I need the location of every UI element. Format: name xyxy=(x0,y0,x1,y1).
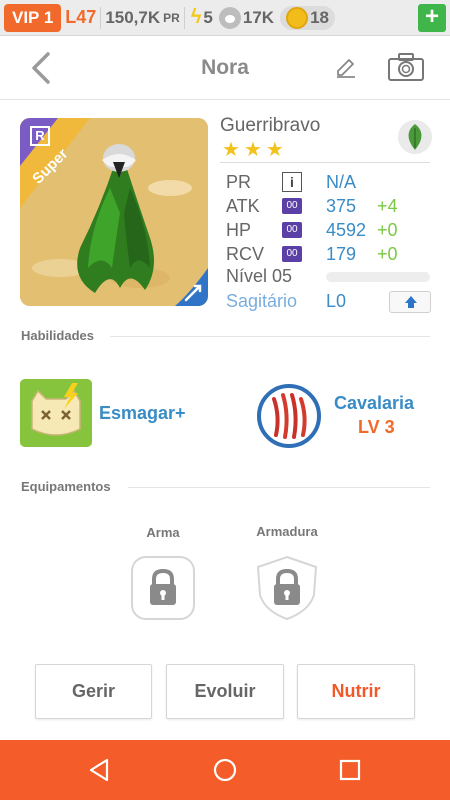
potential-icon[interactable]: 00 xyxy=(282,246,302,262)
coin-counter: 18 xyxy=(280,5,335,30)
weapon-slot-lock-icon[interactable] xyxy=(130,555,196,621)
pet-image xyxy=(20,118,208,306)
paw-icon xyxy=(218,6,241,29)
page-title: Nora xyxy=(201,56,249,79)
home-circle-icon[interactable] xyxy=(212,757,238,783)
stat-label: HP xyxy=(226,219,252,240)
stat-value: 4592 xyxy=(326,219,367,240)
recents-square-icon[interactable] xyxy=(337,757,363,783)
divider xyxy=(100,6,102,29)
stat-label: ATK xyxy=(226,195,260,216)
star-icon: ★ xyxy=(243,139,262,161)
potential-icon[interactable]: 00 xyxy=(282,198,302,214)
level-progress-bar xyxy=(326,272,430,282)
stat-bonus: +0 xyxy=(377,219,398,240)
divider xyxy=(183,6,185,29)
pencil-icon[interactable] xyxy=(334,56,358,80)
stat-value: 179 xyxy=(326,243,357,264)
stat-label: PR xyxy=(226,171,252,192)
stat-label: RCV xyxy=(226,243,265,264)
energy-count: 5 xyxy=(203,7,213,27)
back-triangle-icon[interactable] xyxy=(87,757,113,783)
stat-value: N/A xyxy=(326,171,357,192)
camera-icon[interactable] xyxy=(387,52,425,82)
star-icon: ★ xyxy=(222,139,240,161)
stat-bonus: +4 xyxy=(377,195,398,216)
system-navigation-bar xyxy=(0,740,450,800)
pet-level: Nível 05 xyxy=(226,266,293,286)
trait-name[interactable]: Cavalaria xyxy=(334,393,414,414)
stat-row-hp: HP 00 4592 +0 xyxy=(226,219,398,241)
star-rating: ★ ★ ★ xyxy=(222,139,284,161)
pet-species-name: Guerribravo xyxy=(220,115,321,136)
divider xyxy=(110,336,430,337)
player-level: L47 xyxy=(65,7,97,27)
info-icon[interactable]: i xyxy=(282,172,302,192)
pet-portrait[interactable]: R Super xyxy=(20,118,208,306)
status-bar: VIP 1 L47 150,7K PR ϟ 5 17K 18 + xyxy=(0,0,450,36)
zodiac-level: L0 xyxy=(326,291,347,311)
star-icon: ★ xyxy=(265,139,284,161)
power-rating-value: 150,7K xyxy=(105,7,161,27)
smash-skill-icon[interactable] xyxy=(20,379,92,447)
rank-badge: R xyxy=(30,126,50,146)
armor-label: Armadura xyxy=(256,524,318,539)
trait-level: LV 3 xyxy=(358,417,395,437)
evolve-button[interactable]: Evoluir xyxy=(166,664,284,719)
vip-badge[interactable]: VIP 1 xyxy=(4,3,62,32)
stat-value: 375 xyxy=(326,195,357,216)
divider xyxy=(220,162,430,163)
zodiac-sign[interactable]: Sagitário xyxy=(226,291,297,312)
stat-row-pr: PR i N/A xyxy=(226,171,356,193)
abilities-section-title: Habilidades xyxy=(21,328,94,343)
page-header: Nora xyxy=(0,36,450,100)
coin-icon xyxy=(286,6,309,29)
food-count: 17K xyxy=(242,7,275,27)
stat-row-atk: ATK 00 375 +4 xyxy=(226,195,398,217)
leaf-icon[interactable] xyxy=(398,120,432,154)
upgrade-arrow-button[interactable] xyxy=(389,291,431,313)
weapon-label: Arma xyxy=(146,525,180,540)
skill-name[interactable]: Esmagar+ xyxy=(99,403,186,424)
add-coins-button[interactable]: + xyxy=(418,3,446,32)
equipment-section-title: Equipamentos xyxy=(21,479,111,494)
lightning-icon: ϟ xyxy=(190,6,202,28)
coin-count: 18 xyxy=(310,7,329,27)
claw-icon[interactable] xyxy=(256,383,322,449)
potential-icon[interactable]: 00 xyxy=(282,222,302,238)
stat-row-rcv: RCV 00 179 +0 xyxy=(226,243,398,265)
feed-button[interactable]: Nutrir xyxy=(297,664,415,719)
divider xyxy=(128,487,430,488)
power-rating-unit: PR xyxy=(163,10,180,25)
armor-slot-lock-icon[interactable] xyxy=(254,555,320,621)
manage-button[interactable]: Gerir xyxy=(35,664,152,719)
stat-bonus: +0 xyxy=(377,243,398,264)
